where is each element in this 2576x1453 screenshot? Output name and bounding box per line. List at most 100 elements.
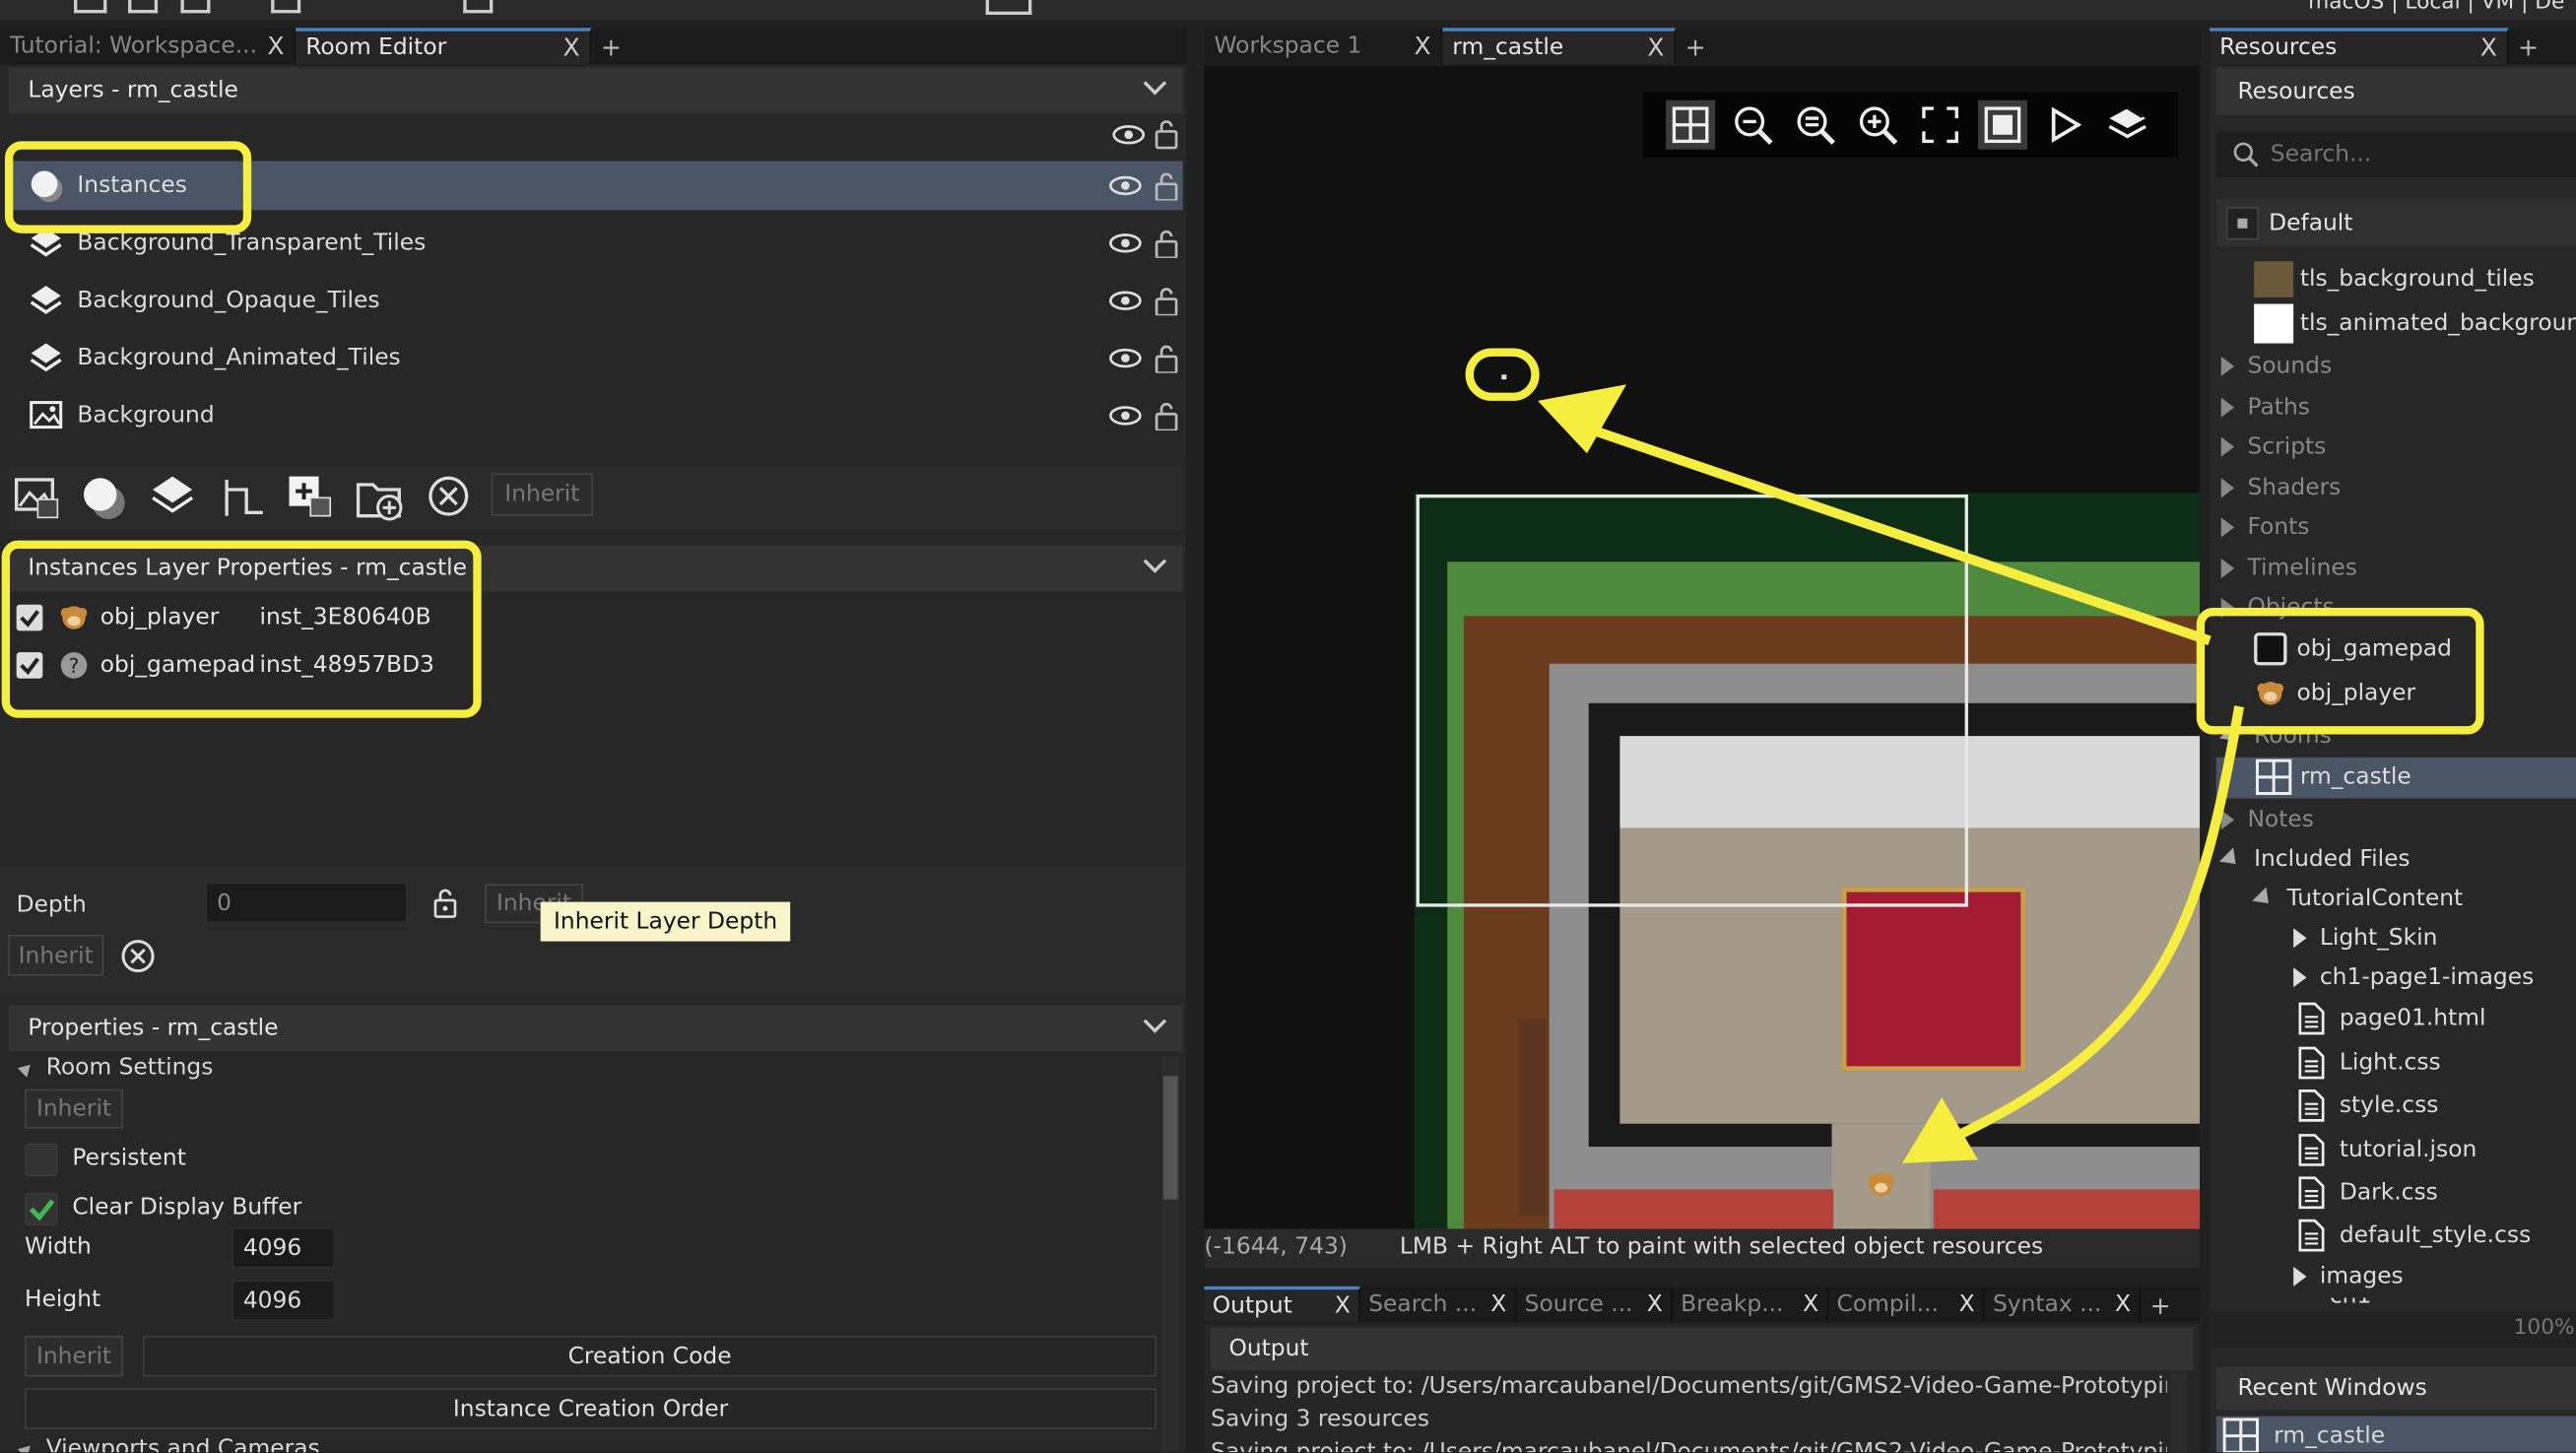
add-tile-layer-icon[interactable] (150, 473, 199, 519)
depth-input[interactable]: 0 (205, 882, 408, 924)
search-input[interactable] (2270, 141, 2566, 168)
recent-window-rm-castle[interactable]: rm_castle (2215, 1416, 2576, 1453)
folder-images[interactable]: images (2293, 1257, 2576, 1296)
scrollbar-thumb[interactable] (1162, 1076, 1178, 1200)
room-settings-group[interactable]: Room Settings (17, 1055, 213, 1081)
file-dark-css[interactable]: Dark.css (2296, 1173, 2576, 1213)
properties-scrollbar[interactable] (1161, 1056, 1180, 1453)
resources-search[interactable] (2215, 131, 2576, 178)
folder-ch1-page1-images[interactable]: ch1-page1-images (2293, 958, 2576, 997)
folder-light-skin[interactable]: Light_Skin (2293, 918, 2576, 958)
depth-lock-icon[interactable] (432, 888, 459, 920)
player-instance-icon[interactable] (1865, 1168, 1897, 1201)
close-icon[interactable]: X (1803, 1291, 1818, 1318)
target-device-icon[interactable] (985, 0, 1032, 16)
resource-tileset[interactable]: tls_background_tiles (2254, 260, 2576, 299)
file-light-css[interactable]: Light.css (2296, 1043, 2576, 1083)
visibility-eye-icon[interactable] (1109, 406, 1142, 426)
add-layer-folder-icon[interactable] (354, 473, 410, 522)
layers-visibility-icon[interactable] (2103, 100, 2152, 150)
resource-tileset[interactable]: tls_animated_background (2254, 303, 2576, 344)
layer-lock-icon[interactable] (1154, 286, 1180, 316)
height-input[interactable]: 4096 (231, 1280, 336, 1321)
tab-rm-castle[interactable]: rm_castle X (1442, 28, 1677, 65)
close-icon[interactable]: X (1404, 32, 1430, 61)
group-scripts[interactable]: Scripts (2220, 428, 2576, 467)
close-icon[interactable]: X (1490, 1291, 1506, 1318)
resource-rm-castle[interactable]: rm_castle (2254, 758, 2576, 797)
add-tab-button[interactable]: + (591, 32, 630, 64)
inherit-layers-button[interactable]: Inherit (491, 473, 594, 516)
zoom-out-icon[interactable] (1728, 100, 1777, 150)
stop-icon[interactable] (463, 0, 494, 14)
close-icon[interactable]: X (2471, 33, 2497, 62)
add-tab-button[interactable]: + (1676, 32, 1715, 64)
play-icon[interactable] (2040, 100, 2089, 150)
tab-tutorial-workspace[interactable]: Tutorial: Workspace... X (0, 28, 297, 65)
zoom-in-icon[interactable] (1853, 100, 1902, 150)
tab-source[interactable]: Source ... X (1516, 1286, 1673, 1323)
group-fonts[interactable]: Fonts (2220, 507, 2576, 547)
group-notes[interactable]: Notes (2220, 800, 2576, 839)
add-instance-layer-icon[interactable] (79, 473, 128, 520)
chevron-down-icon[interactable] (1143, 550, 1167, 573)
add-tab-button[interactable]: + (2141, 1289, 2180, 1322)
group-toggle-icon[interactable] (2225, 206, 2260, 239)
folder-tutorial-content[interactable]: TutorialContent (2252, 879, 2576, 918)
width-input[interactable]: 4096 (231, 1226, 336, 1269)
add-tab-button[interactable]: + (2509, 32, 2548, 64)
tab-room-editor[interactable]: Room Editor X (296, 28, 592, 65)
close-icon[interactable]: X (257, 32, 284, 61)
file-style-css[interactable]: style.css (2296, 1086, 2576, 1125)
layer-row-animated-tiles[interactable]: Background_Animated_Tiles (8, 330, 1182, 386)
view-toggle-icon[interactable] (1977, 99, 2027, 150)
tab-breakpoints[interactable]: Breakp... X (1673, 1286, 1829, 1323)
tab-search[interactable]: Search ... X (1360, 1286, 1517, 1323)
chevron-down-icon[interactable] (1143, 1010, 1167, 1033)
add-background-layer-icon[interactable] (12, 473, 61, 519)
group-sounds[interactable]: Sounds (2220, 347, 2576, 386)
viewports-group[interactable]: Viewports and Cameras (17, 1436, 320, 1453)
close-icon[interactable]: X (554, 33, 580, 62)
layer-row-opaque-tiles[interactable]: Background_Opaque_Tiles (8, 273, 1182, 329)
close-icon[interactable]: X (1637, 33, 1664, 62)
target-label[interactable]: macOS | Local | VM | De (2308, 0, 2564, 15)
grid-icon[interactable] (1666, 99, 1716, 150)
close-icon[interactable]: X (2115, 1291, 2131, 1318)
layer-lock-icon[interactable] (1154, 344, 1180, 373)
build-icon[interactable] (271, 0, 301, 14)
tab-syntax[interactable]: Syntax ... X (1985, 1286, 2142, 1323)
chevron-down-icon[interactable] (1143, 71, 1167, 96)
inherit-room-settings-button[interactable]: Inherit (25, 1089, 124, 1129)
folder-ch1-clipped[interactable]: ch1 (2293, 1298, 2576, 1311)
tab-output[interactable]: Output X (1204, 1286, 1360, 1323)
lock-all-icon[interactable] (1154, 118, 1180, 150)
properties-header[interactable]: Properties - rm_castle (8, 1005, 1183, 1052)
add-asset-layer-icon[interactable] (285, 473, 341, 519)
add-path-layer-icon[interactable] (217, 473, 266, 519)
open-project-icon[interactable] (128, 0, 159, 14)
layer-lock-icon[interactable] (1154, 401, 1180, 430)
file-page01-html[interactable]: page01.html (2296, 999, 2576, 1038)
layer-row-background[interactable]: Background (8, 388, 1182, 444)
tab-compile[interactable]: Compil... X (1828, 1286, 1985, 1323)
group-shaders[interactable]: Shaders (2220, 468, 2576, 507)
new-project-icon[interactable] (74, 0, 107, 14)
output-scrollbar[interactable] (2170, 1373, 2187, 1453)
layer-lock-icon[interactable] (1154, 170, 1180, 201)
visibility-eye-icon[interactable] (1109, 291, 1142, 310)
fit-to-window-icon[interactable] (1916, 100, 1965, 150)
clear-display-buffer-checkbox[interactable] (25, 1192, 58, 1226)
group-included-files[interactable]: Included Files (2218, 839, 2576, 879)
save-icon[interactable] (180, 0, 211, 14)
group-paths[interactable]: Paths (2220, 388, 2576, 428)
delete-layer-icon[interactable] (426, 473, 475, 522)
clear-icon[interactable] (120, 938, 157, 974)
layers-header[interactable]: Layers - rm_castle (8, 67, 1183, 114)
layer-lock-icon[interactable] (1154, 229, 1180, 258)
tab-workspace-1[interactable]: Workspace 1 X (1204, 28, 1443, 65)
visibility-eye-icon[interactable] (1109, 348, 1142, 368)
inherit-creation-code-button[interactable]: Inherit (25, 1335, 124, 1377)
file-default-style-css[interactable]: default_style.css (2296, 1216, 2576, 1255)
close-icon[interactable]: X (1335, 1293, 1351, 1320)
